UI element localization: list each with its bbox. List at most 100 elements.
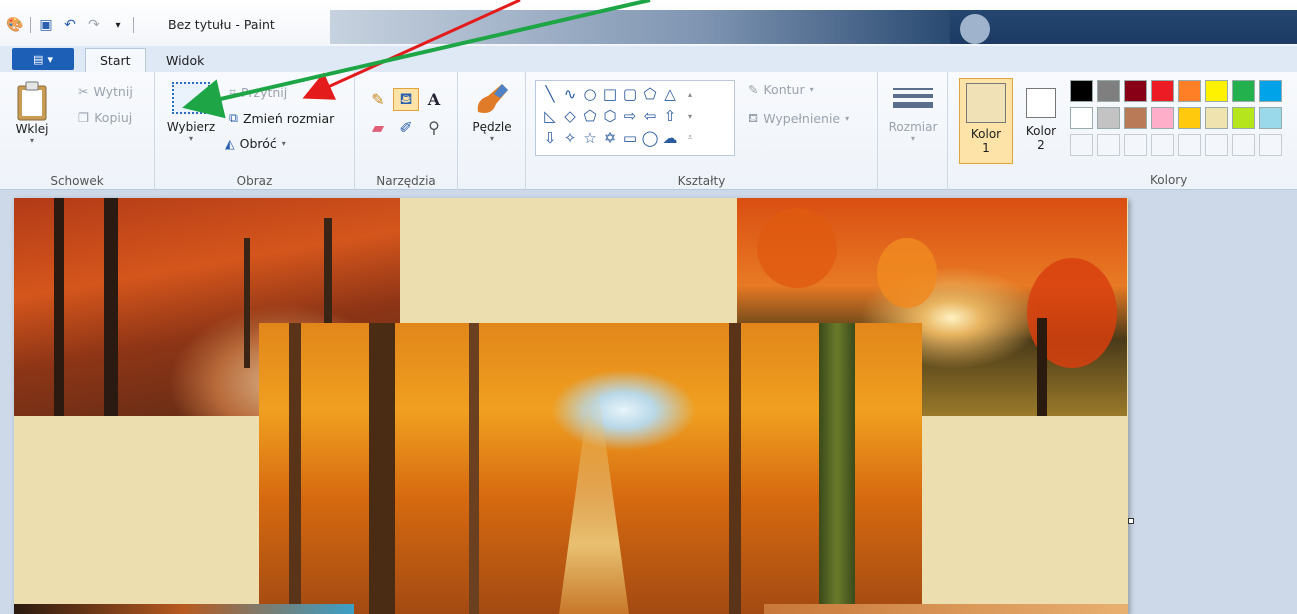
chevron-down-icon: ▾ [809, 85, 814, 94]
outline-button[interactable]: ✎ Kontur ▾ [748, 82, 814, 97]
palette-color-pink[interactable] [1151, 107, 1174, 129]
cut-label: Wytnij [93, 84, 133, 99]
brushes-button[interactable]: Pędzle ▾ [466, 80, 518, 143]
color1-button[interactable]: Kolor 1 [959, 78, 1013, 164]
save-icon[interactable]: ▣ [37, 16, 55, 34]
group-label-image: Obraz [236, 174, 273, 188]
palette-color-red[interactable] [1151, 80, 1174, 102]
six-point-star-shape-icon[interactable]: ✡ [600, 127, 620, 149]
canvas-work-area [0, 190, 1297, 614]
paint-app-icon[interactable]: 🎨 [6, 16, 24, 34]
cloud-callout-shape-icon[interactable]: ☁ [660, 127, 680, 149]
fill-bucket-icon[interactable]: ⛾ [393, 88, 419, 111]
color2-button[interactable]: Kolor 2 [1016, 78, 1066, 164]
group-brushes: Pędzle ▾ [458, 72, 526, 190]
palette-color-yellow[interactable] [1205, 80, 1228, 102]
palette-color-black[interactable] [1070, 80, 1093, 102]
group-tools: ✎ ⛾ A ▰ ✐ ⚲ Narzędzia [355, 72, 458, 190]
select-button[interactable]: Wybierz ▾ [163, 82, 219, 143]
palette-color-light-gray[interactable] [1097, 107, 1120, 129]
fill-button[interactable]: ⛾ Wypełnienie ▾ [748, 110, 849, 127]
palette-color-blue[interactable] [1259, 80, 1282, 102]
pencil-icon[interactable]: ✎ [365, 90, 391, 109]
selection-rectangle-icon [172, 82, 210, 114]
palette-custom-slot[interactable] [1124, 134, 1147, 156]
chevron-down-icon: ▾ [47, 52, 53, 66]
shapes-gallery: ╲ ∿ ○ □ ▢ ⬠ △ ▴ ◺ ◇ ⬠ ⬡ ⇨ ⇦ ⇧ ▾ ⇩ ✧ ☆ ✡ … [535, 80, 735, 156]
crop-button[interactable]: ⌗ Przytnij [229, 84, 287, 100]
palette-color-green[interactable] [1232, 80, 1255, 102]
file-menu-icon: ▤ [33, 52, 44, 66]
polygon-shape-icon[interactable]: ⬠ [640, 83, 660, 105]
canvas-resize-handle[interactable] [1128, 518, 1134, 524]
pentagon-shape-icon[interactable]: ⬠ [580, 105, 600, 127]
palette-color-brown[interactable] [1124, 107, 1147, 129]
palette-color-light-blue[interactable] [1259, 107, 1282, 129]
undo-icon[interactable]: ↶ [61, 16, 79, 34]
four-point-star-shape-icon[interactable]: ✧ [560, 127, 580, 149]
tab-start[interactable]: Start [85, 48, 146, 72]
eraser-icon[interactable]: ▰ [365, 118, 391, 137]
palette-color-white[interactable] [1070, 107, 1093, 129]
rotate-icon: ◭ [225, 136, 235, 151]
text-icon[interactable]: A [421, 90, 447, 109]
magnifier-icon[interactable]: ⚲ [421, 118, 447, 137]
color1-label: Kolor [970, 127, 1002, 141]
oval-shape-icon[interactable]: ○ [580, 83, 600, 105]
ribbon: Wklej ▾ ✂ Wytnij ❐ Kopiuj Schowek Wybierz … [0, 72, 1297, 190]
more-shapes-icon[interactable]: ⩡ [680, 127, 700, 149]
rectangle-shape-icon[interactable]: □ [600, 83, 620, 105]
chevron-down-icon: ▾ [29, 136, 34, 145]
scroll-down-icon[interactable]: ▾ [680, 105, 700, 127]
palette-color-cream[interactable] [1205, 107, 1228, 129]
palette-color-lime[interactable] [1232, 107, 1255, 129]
five-point-star-shape-icon[interactable]: ☆ [580, 127, 600, 149]
hexagon-shape-icon[interactable]: ⬡ [600, 105, 620, 127]
diamond-shape-icon[interactable]: ◇ [560, 105, 580, 127]
palette-custom-slot[interactable] [1070, 134, 1093, 156]
redo-icon[interactable]: ↷ [85, 16, 103, 34]
color-picker-icon[interactable]: ✐ [393, 118, 419, 137]
down-arrow-shape-icon[interactable]: ⇩ [540, 127, 560, 149]
cut-button[interactable]: ✂ Wytnij [78, 84, 133, 99]
palette-custom-slot[interactable] [1259, 134, 1282, 156]
copy-label: Kopiuj [94, 110, 133, 125]
tab-view[interactable]: Widok [152, 48, 218, 72]
group-label-tools: Narzędzia [376, 174, 436, 188]
left-arrow-shape-icon[interactable]: ⇦ [640, 105, 660, 127]
paste-button[interactable]: Wklej ▾ [10, 80, 54, 145]
group-size: Rozmiar ▾ [878, 72, 948, 190]
outline-icon: ✎ [748, 82, 759, 97]
up-arrow-shape-icon[interactable]: ⇧ [660, 105, 680, 127]
palette-custom-slot[interactable] [1097, 134, 1120, 156]
chevron-down-icon: ▾ [281, 139, 286, 148]
brush-icon [477, 84, 508, 113]
palette-color-gold[interactable] [1178, 107, 1201, 129]
rotate-button[interactable]: ◭ Obróć ▾ [225, 136, 286, 151]
right-arrow-shape-icon[interactable]: ⇨ [620, 105, 640, 127]
rounded-rectangle-shape-icon[interactable]: ▢ [620, 83, 640, 105]
rectangle-callout-shape-icon[interactable]: ▭ [620, 127, 640, 149]
triangle-shape-icon[interactable]: △ [660, 83, 680, 105]
right-triangle-shape-icon[interactable]: ◺ [540, 105, 560, 127]
copy-button[interactable]: ❐ Kopiuj [78, 110, 132, 125]
window-title: Bez tytułu - Paint [168, 17, 275, 32]
palette-color-gray[interactable] [1097, 80, 1120, 102]
size-button[interactable]: Rozmiar ▾ [886, 80, 940, 143]
curve-shape-icon[interactable]: ∿ [560, 83, 580, 105]
palette-color-dark-red[interactable] [1124, 80, 1147, 102]
chevron-down-icon: ▾ [910, 134, 915, 143]
customize-toolbar-icon[interactable]: ▾ [109, 16, 127, 34]
oval-callout-shape-icon[interactable]: ◯ [640, 127, 660, 149]
palette-color-orange[interactable] [1178, 80, 1201, 102]
select-label: Wybierz [166, 120, 216, 134]
file-menu-button[interactable]: ▤ ▾ [12, 48, 74, 70]
line-shape-icon[interactable]: ╲ [540, 83, 560, 105]
palette-custom-slot[interactable] [1205, 134, 1228, 156]
resize-button[interactable]: ⧉ Zmień rozmiar [229, 110, 334, 126]
scroll-up-icon[interactable]: ▴ [680, 83, 700, 105]
drawing-canvas[interactable] [14, 198, 1128, 614]
palette-custom-slot[interactable] [1178, 134, 1201, 156]
palette-custom-slot[interactable] [1151, 134, 1174, 156]
palette-custom-slot[interactable] [1232, 134, 1255, 156]
